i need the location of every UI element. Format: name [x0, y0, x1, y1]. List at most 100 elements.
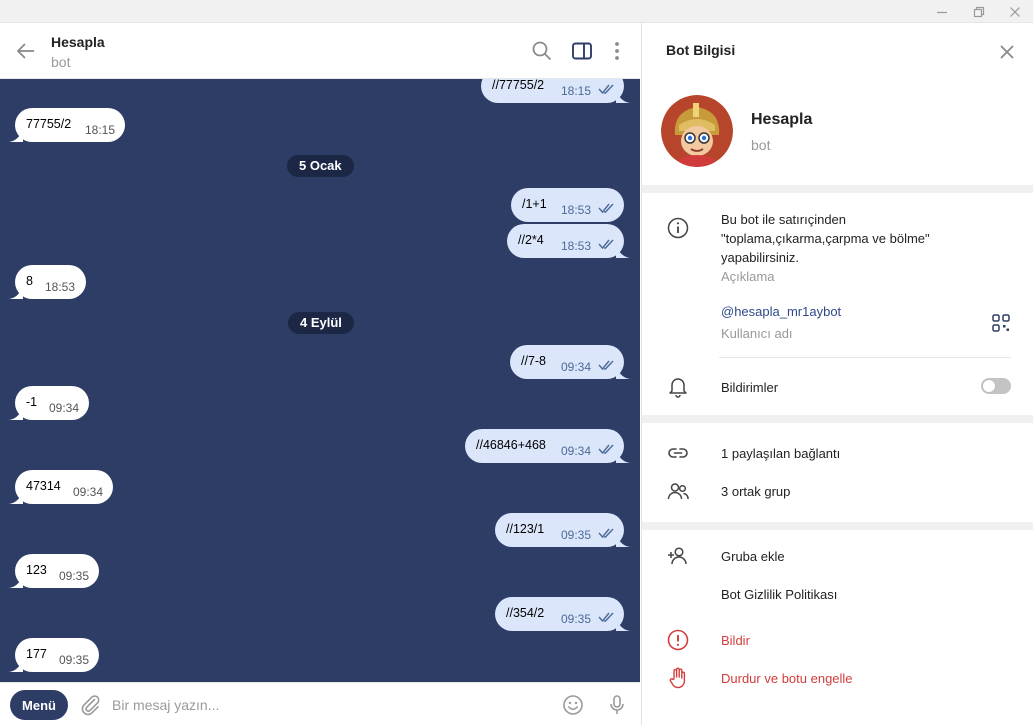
- message-text: //77755/2: [492, 79, 545, 92]
- message-time: 09:34: [561, 444, 592, 458]
- message-outgoing[interactable]: //46846+468 09:34: [465, 429, 630, 463]
- double-check-icon: [598, 444, 614, 455]
- double-check-icon: [598, 203, 614, 214]
- message-incoming[interactable]: 77755/2 18:15: [9, 108, 125, 142]
- bot-type: bot: [751, 137, 771, 153]
- common-groups-item[interactable]: 3 ortak grup: [721, 484, 790, 499]
- close-icon[interactable]: [995, 40, 1019, 64]
- message-text: //7-8: [521, 354, 547, 368]
- row-divider: [719, 357, 1011, 358]
- report-item[interactable]: Bildir: [721, 633, 750, 648]
- bubble-tail: [9, 576, 23, 588]
- message-incoming[interactable]: 177 09:35: [9, 638, 99, 672]
- panel-title: Bot Bilgisi: [666, 42, 736, 58]
- double-check-icon: [598, 612, 614, 623]
- message-text: -1: [26, 395, 38, 409]
- bubble-tail: [616, 535, 630, 547]
- message-text: 123: [26, 563, 47, 577]
- message-incoming[interactable]: -1 09:34: [9, 386, 89, 420]
- double-check-icon: [598, 239, 614, 250]
- message-text: //2*4: [518, 233, 544, 247]
- microphone-icon[interactable]: [605, 693, 629, 717]
- minimize-button[interactable]: [925, 0, 959, 23]
- message-text: 8: [26, 274, 33, 288]
- double-check-icon: [598, 84, 614, 95]
- message-outgoing[interactable]: //354/2 09:35: [495, 597, 630, 631]
- link-icon: [668, 448, 688, 458]
- users-icon: [667, 483, 689, 500]
- message-outgoing[interactable]: //7-8 09:34: [510, 345, 630, 379]
- message-input[interactable]: [112, 691, 542, 719]
- message-text: 177: [26, 647, 47, 661]
- message-incoming[interactable]: 8 18:53: [9, 265, 86, 299]
- restore-button[interactable]: [962, 0, 996, 23]
- privacy-policy-item[interactable]: Bot Gizlilik Politikası: [721, 587, 837, 602]
- message-time: 09:35: [561, 528, 592, 542]
- message-time: 09:35: [59, 653, 90, 667]
- date-separator: 5 Ocak: [287, 155, 354, 177]
- message-time: 09:34: [73, 485, 104, 499]
- add-to-group-item[interactable]: Gruba ekle: [721, 549, 785, 564]
- qr-code-icon[interactable]: [992, 314, 1010, 332]
- close-window-button[interactable]: [998, 0, 1032, 23]
- bot-description: Bu bot ile satırıçinden "toplama,çıkarma…: [721, 212, 930, 265]
- chat-subtitle: bot: [51, 54, 71, 70]
- paperclip-icon[interactable]: [78, 693, 102, 717]
- stop-and-block-item[interactable]: Durdur ve botu engelle: [721, 671, 853, 686]
- message-time: 18:15: [561, 84, 592, 98]
- message-time: 09:34: [49, 401, 80, 415]
- message-time: 18:15: [85, 123, 116, 137]
- section-divider: [642, 185, 1033, 193]
- double-check-icon: [598, 360, 614, 371]
- message-time: 09:34: [561, 360, 592, 374]
- emoji-icon[interactable]: [561, 693, 585, 717]
- bot-name: Hesapla: [751, 111, 813, 128]
- message-text: 77755/2: [26, 117, 72, 131]
- message-outgoing[interactable]: /1+1 18:53: [511, 188, 624, 222]
- shared-links-item[interactable]: 1 paylaşılan bağlantı: [721, 446, 840, 461]
- message-incoming[interactable]: 123 09:35: [9, 554, 99, 588]
- bubble-tail: [616, 91, 630, 103]
- notifications-label: Bildirimler: [721, 380, 779, 395]
- message-outgoing[interactable]: //123/1 09:35: [495, 513, 630, 547]
- restore-icon: [973, 6, 985, 17]
- bubble-tail: [616, 367, 630, 379]
- notifications-toggle[interactable]: [981, 378, 1011, 394]
- sidebar-toggle-icon[interactable]: [570, 39, 594, 63]
- minimize-icon: [937, 11, 947, 13]
- bot-menu-button[interactable]: Menü: [10, 690, 68, 720]
- message-list[interactable]: //77755/2 18:15 77755/2 18:15 5 Ocak /1+…: [0, 79, 640, 682]
- message-text: //123/1: [506, 522, 545, 536]
- add-user-icon: [668, 547, 687, 565]
- bot-avatar-image: [661, 95, 733, 167]
- section-divider: [642, 522, 1033, 530]
- message-incoming[interactable]: 47314 09:34: [9, 470, 113, 504]
- username-label: Kullanıcı adı: [721, 326, 793, 341]
- bubble-tail: [9, 408, 23, 420]
- bubble-tail: [616, 451, 630, 463]
- close-icon: [1010, 6, 1020, 17]
- bot-username[interactable]: @hesapla_mr1aybot: [721, 304, 841, 319]
- message-outgoing[interactable]: //77755/2 18:15: [481, 79, 630, 103]
- message-time: 18:53: [45, 280, 76, 294]
- bubble-tail: [9, 492, 23, 504]
- back-arrow-icon[interactable]: [14, 39, 38, 63]
- chat-title[interactable]: Hesapla: [51, 34, 105, 50]
- bell-icon: [669, 378, 687, 398]
- message-time: 09:35: [561, 612, 592, 626]
- message-outgoing[interactable]: //2*4 18:53: [507, 224, 630, 258]
- message-time: 18:53: [561, 239, 592, 253]
- window-titlebar: [0, 0, 1033, 23]
- avatar[interactable]: [661, 95, 733, 167]
- bubble-tail: [9, 287, 23, 299]
- bubble-tail: [616, 619, 630, 631]
- bubble-tail: [9, 130, 23, 142]
- bot-info-panel: Bot Bilgisi Hesapla bot Bu bot ile satır…: [641, 23, 1033, 725]
- bubble-tail: [616, 246, 630, 258]
- search-icon[interactable]: [530, 39, 554, 63]
- description-label: Açıklama: [721, 269, 775, 284]
- message-composer: Menü: [0, 682, 640, 725]
- more-menu-icon[interactable]: [605, 39, 629, 63]
- info-icon: [667, 217, 689, 239]
- chat-header: Hesapla bot: [0, 23, 640, 79]
